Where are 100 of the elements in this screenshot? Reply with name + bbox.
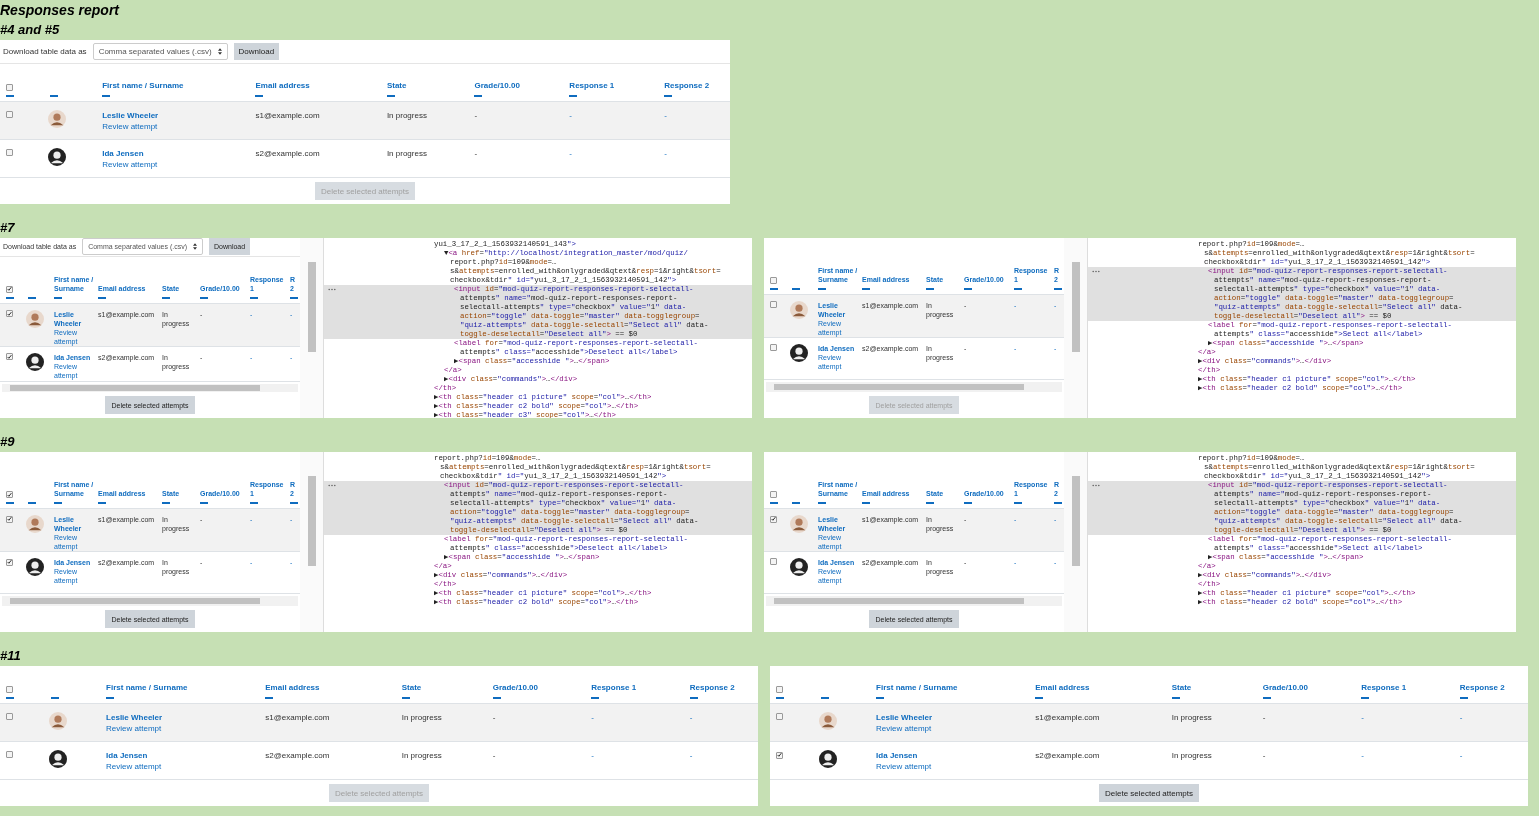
response-cell[interactable]: -: [1459, 750, 1463, 761]
review-attempt-link[interactable]: Review attempt: [106, 761, 162, 772]
checkbox[interactable]: [6, 491, 13, 499]
column-header[interactable]: State: [401, 682, 422, 693]
response-cell[interactable]: -: [664, 110, 667, 121]
more-dots-icon[interactable]: [1092, 484, 1100, 487]
checkbox[interactable]: [770, 515, 777, 523]
sort-icon[interactable]: [862, 502, 870, 505]
response-cell[interactable]: -: [689, 712, 693, 723]
column-header[interactable]: Grade/10.00: [474, 80, 520, 91]
column-header[interactable]: Email address: [1035, 682, 1090, 693]
response-cell[interactable]: -: [664, 148, 667, 159]
horizontal-scrollbar[interactable]: [2, 384, 298, 392]
checkbox[interactable]: [776, 713, 783, 720]
student-name-link[interactable]: Leslie Wheeler: [106, 712, 163, 723]
sort-icon[interactable]: [200, 296, 208, 299]
horizontal-scrollbar[interactable]: [2, 596, 298, 606]
download-button[interactable]: Download: [233, 43, 280, 60]
checkbox[interactable]: [6, 310, 13, 318]
vertical-scrollbar[interactable]: [1071, 476, 1080, 566]
checkbox[interactable]: [6, 558, 13, 566]
sort-icon[interactable]: [770, 288, 778, 291]
checkbox[interactable]: [6, 149, 13, 156]
student-name-link[interactable]: Ida Jensen: [106, 750, 148, 761]
review-attempt-link[interactable]: Review attempt: [876, 761, 932, 772]
column-header[interactable]: First name / Surname: [106, 682, 188, 693]
more-dots-icon[interactable]: [1092, 270, 1100, 273]
sort-icon[interactable]: [926, 502, 934, 505]
sort-icon[interactable]: [1014, 502, 1022, 505]
review-attempt-link[interactable]: Review attempt: [876, 723, 932, 734]
sort-icon[interactable]: [98, 296, 106, 299]
column-header[interactable]: Email address: [265, 682, 320, 693]
student-name-link[interactable]: Leslie Wheeler: [876, 712, 933, 723]
column-header[interactable]: First name / Surname: [876, 682, 958, 693]
checkbox[interactable]: [6, 515, 13, 523]
checkbox[interactable]: [6, 713, 13, 720]
sort-icon[interactable]: [290, 502, 298, 505]
sort-icon[interactable]: [1014, 288, 1022, 291]
student-name-link[interactable]: Leslie Wheeler: [102, 110, 159, 121]
sort-icon[interactable]: [250, 296, 258, 299]
sort-icon[interactable]: [54, 296, 62, 299]
column-header[interactable]: Response 2: [664, 80, 710, 91]
vertical-scrollbar[interactable]: [307, 262, 316, 352]
checkbox[interactable]: [6, 751, 13, 758]
checkbox[interactable]: [770, 301, 777, 309]
sort-icon[interactable]: [162, 296, 170, 299]
response-cell[interactable]: -: [591, 750, 594, 761]
sort-icon[interactable]: [818, 288, 826, 291]
sort-icon[interactable]: [770, 502, 778, 505]
checkbox[interactable]: [770, 277, 777, 285]
format-select[interactable]: Comma separated values (.csv): [92, 43, 228, 60]
vertical-scrollbar[interactable]: [307, 476, 316, 566]
sort-icon[interactable]: [792, 288, 800, 291]
sort-icon[interactable]: [250, 502, 258, 505]
column-header[interactable]: Response 2: [1459, 682, 1505, 693]
sort-icon[interactable]: [200, 502, 208, 505]
checkbox[interactable]: [776, 751, 783, 759]
sort-icon[interactable]: [926, 288, 934, 291]
checkbox[interactable]: [6, 353, 13, 361]
response-cell[interactable]: -: [591, 712, 594, 723]
review-attempt-link[interactable]: Review attempt: [102, 159, 158, 170]
vertical-scrollbar[interactable]: [1071, 262, 1080, 352]
sort-icon[interactable]: [28, 502, 36, 505]
response-cell[interactable]: -: [1361, 712, 1364, 723]
sort-icon[interactable]: [862, 288, 870, 291]
sort-icon[interactable]: [98, 502, 106, 505]
more-dots-icon[interactable]: [328, 288, 336, 291]
checkbox[interactable]: [770, 558, 777, 566]
sort-icon[interactable]: [54, 502, 62, 505]
checkbox[interactable]: [770, 344, 777, 352]
sort-icon[interactable]: [6, 296, 14, 299]
column-header[interactable]: State: [386, 80, 407, 91]
sort-icon[interactable]: [964, 288, 972, 291]
review-attempt-link[interactable]: Review attempt: [102, 121, 158, 132]
response-cell[interactable]: -: [1361, 750, 1364, 761]
response-cell[interactable]: -: [569, 148, 573, 159]
checkbox[interactable]: [6, 285, 13, 293]
column-header[interactable]: Response 1: [569, 80, 615, 91]
more-dots-icon[interactable]: [328, 484, 336, 487]
checkbox[interactable]: [6, 111, 13, 118]
checkbox[interactable]: [6, 686, 13, 693]
sort-icon[interactable]: [1054, 288, 1062, 291]
review-attempt-link[interactable]: Review attempt: [106, 723, 162, 734]
checkbox[interactable]: [770, 491, 777, 499]
column-header[interactable]: Grade/10.00: [1262, 682, 1309, 693]
column-header[interactable]: First name / Surname: [102, 80, 184, 91]
delete-selected-button[interactable]: Delete selected attempts: [1098, 784, 1199, 802]
student-name-link[interactable]: Ida Jensen: [102, 148, 144, 159]
column-header[interactable]: Email address: [255, 80, 310, 91]
horizontal-scrollbar[interactable]: [766, 382, 1062, 392]
sort-icon[interactable]: [964, 502, 972, 505]
student-name-link[interactable]: Ida Jensen: [876, 750, 918, 761]
sort-icon[interactable]: [290, 296, 298, 299]
checkbox[interactable]: [776, 686, 783, 693]
response-cell[interactable]: -: [569, 110, 573, 121]
response-cell[interactable]: -: [1459, 712, 1463, 723]
sort-icon[interactable]: [162, 502, 170, 505]
sort-icon[interactable]: [1054, 502, 1062, 505]
sort-icon[interactable]: [28, 296, 36, 299]
checkbox[interactable]: [6, 84, 13, 91]
